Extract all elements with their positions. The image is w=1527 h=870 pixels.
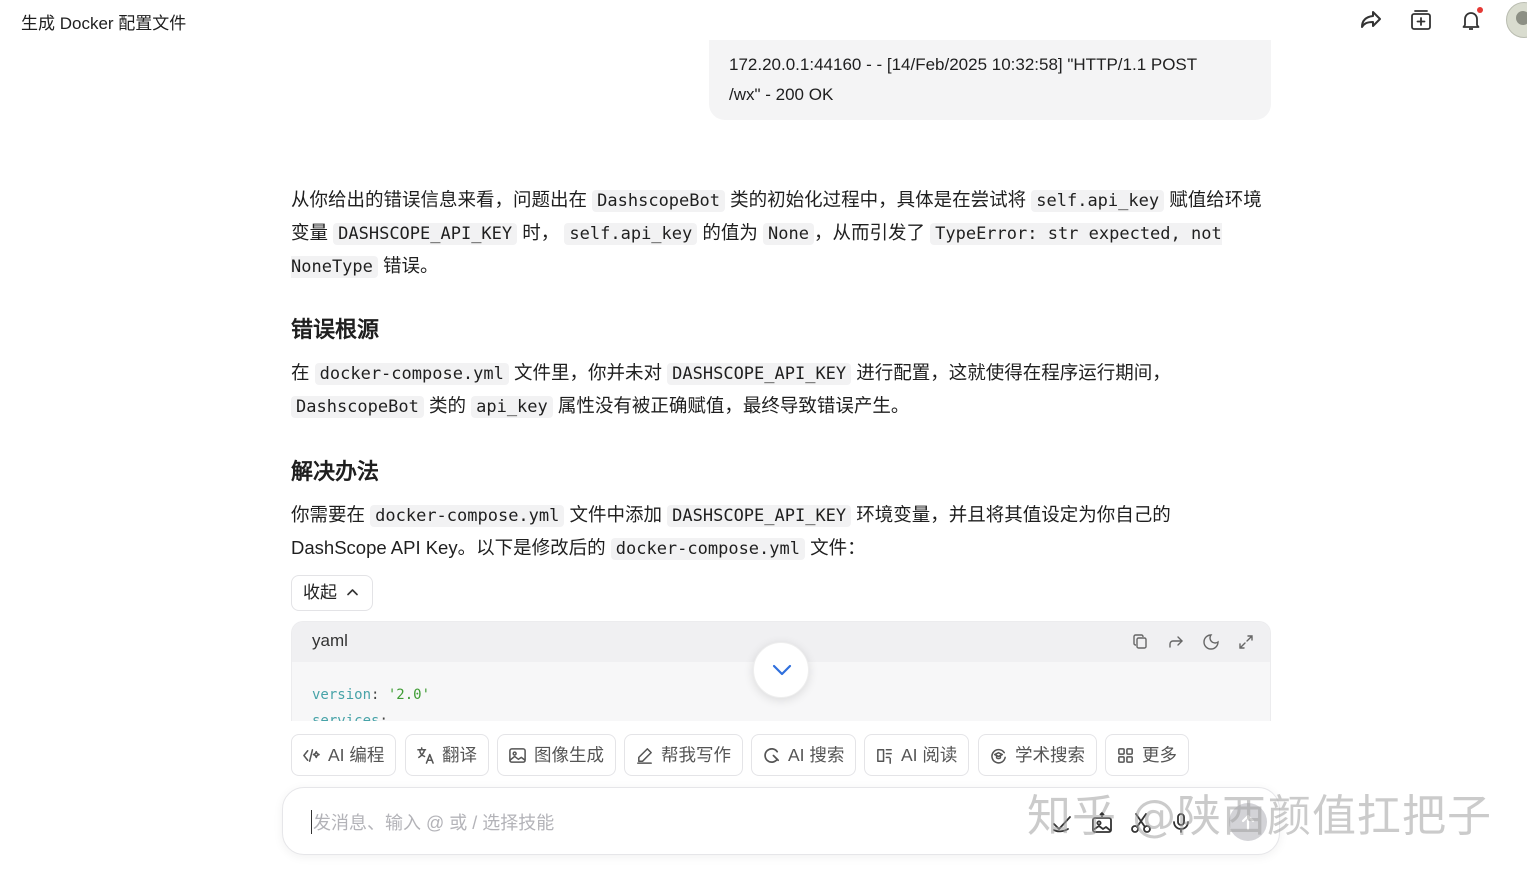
pen-icon <box>635 746 654 765</box>
inline-code: self.api_key <box>564 223 698 245</box>
inline-code: docker-compose.yml <box>610 538 805 560</box>
skill-label: AI 阅读 <box>901 745 958 765</box>
answer-paragraph: 你需要在 docker-compose.yml 文件中添加 DASHSCOPE_… <box>291 499 1271 565</box>
skill-label: 帮我写作 <box>661 745 731 765</box>
yaml-separator: : <box>379 713 388 721</box>
text: 的值为 <box>697 222 764 243</box>
skill-label: AI 搜索 <box>788 745 845 765</box>
skill-label: 图像生成 <box>534 745 604 765</box>
code-icon <box>302 746 321 765</box>
yaml-key: version <box>312 687 372 703</box>
code-language: yaml <box>312 631 348 650</box>
grid-icon <box>1116 746 1135 765</box>
inline-code: None <box>763 223 814 245</box>
inline-code: api_key <box>471 396 553 418</box>
input-placeholder: 发消息、输入 @ 或 / 选择技能 <box>313 813 555 833</box>
avatar[interactable] <box>1506 2 1527 38</box>
text: 文件里，你并未对 <box>508 362 668 383</box>
text: ，从而引发了 <box>813 222 931 243</box>
inline-code: DASHSCOPE_API_KEY <box>667 363 852 385</box>
yaml-separator: : <box>371 687 388 703</box>
skill-academic-search[interactable]: 学术搜索 <box>978 734 1097 776</box>
image-icon <box>508 746 527 765</box>
user-message-line: /wx" - 200 OK <box>729 85 834 104</box>
bell-icon[interactable] <box>1457 6 1485 34</box>
skill-ai-coding[interactable]: AI 编程 <box>291 734 397 776</box>
skill-ai-reading[interactable]: AI 阅读 <box>864 734 970 776</box>
collapse-label: 收起 <box>303 583 337 602</box>
theme-icon[interactable] <box>1200 631 1222 653</box>
text: 属性没有被正确赋值，最终导致错误产生。 <box>552 395 910 416</box>
text: 错误。 <box>377 255 439 276</box>
inline-code: DashscopeBot <box>291 396 424 418</box>
text: 时， <box>517 222 565 243</box>
answer-paragraph: 在 docker-compose.yml 文件里，你并未对 DASHSCOPE_… <box>291 357 1271 423</box>
section-heading: 解决办法 <box>291 459 380 484</box>
yaml-string: '2.0' <box>387 687 431 703</box>
collapse-button[interactable]: 收起 <box>291 575 373 611</box>
text: 类的初始化过程中，具体是在尝试将 <box>724 189 1032 210</box>
notification-dot <box>1477 7 1483 13</box>
copy-icon[interactable] <box>1130 631 1152 653</box>
section-heading: 错误根源 <box>291 317 380 342</box>
share-code-icon[interactable] <box>1165 631 1187 653</box>
expand-icon[interactable] <box>1235 631 1257 653</box>
inline-code: docker-compose.yml <box>314 363 509 385</box>
new-chat-icon[interactable] <box>1407 6 1435 34</box>
skill-more[interactable]: 更多 <box>1105 734 1189 776</box>
code-line: services: <box>312 708 1250 721</box>
text-caret <box>311 810 312 834</box>
text: 在 <box>291 362 315 383</box>
inline-code: DashscopeBot <box>592 190 725 212</box>
skill-image-generation[interactable]: 图像生成 <box>497 734 616 776</box>
read-icon <box>875 746 894 765</box>
text: 文件： <box>804 537 866 558</box>
skill-ai-search[interactable]: AI 搜索 <box>751 734 857 776</box>
user-message-bubble: 172.20.0.1:44160 - - [14/Feb/2025 10:32:… <box>709 40 1271 120</box>
chevron-up-icon <box>347 589 358 596</box>
chevron-down-icon <box>772 664 792 676</box>
skill-translate[interactable]: 翻译 <box>405 734 489 776</box>
top-bar: 生成 Docker 配置文件 <box>0 0 1527 40</box>
skill-label: 翻译 <box>442 745 477 765</box>
text: 进行配置，这就使得在程序运行期间， <box>851 362 1171 383</box>
skill-label: 学术搜索 <box>1015 745 1085 765</box>
inline-code: docker-compose.yml <box>370 505 565 527</box>
page-title: 生成 Docker 配置文件 <box>21 14 187 33</box>
inline-code: self.api_key <box>1031 190 1165 212</box>
text: 你需要在 <box>291 504 371 525</box>
translate-icon <box>416 746 435 765</box>
skill-label: AI 编程 <box>328 745 385 765</box>
scroll-to-bottom-button[interactable] <box>753 642 809 698</box>
skill-label: 更多 <box>1142 745 1177 765</box>
text: 类的 <box>423 395 472 416</box>
user-message-line: 172.20.0.1:44160 - - [14/Feb/2025 10:32:… <box>729 55 1198 74</box>
inline-code: DASHSCOPE_API_KEY <box>667 505 852 527</box>
text: 文件中添加 <box>564 504 668 525</box>
search-icon <box>762 746 781 765</box>
share-icon[interactable] <box>1357 6 1385 34</box>
text: 从你给出的错误信息来看，问题出在 <box>291 189 593 210</box>
skill-writing[interactable]: 帮我写作 <box>624 734 743 776</box>
watermark: 知乎 @陕西颜值扛把子 <box>1027 791 1492 842</box>
answer-paragraph: 从你给出的错误信息来看，问题出在 DashscopeBot 类的初始化过程中，具… <box>291 184 1271 283</box>
yaml-key: services <box>312 713 380 721</box>
academic-icon <box>989 746 1008 765</box>
inline-code: DASHSCOPE_API_KEY <box>333 223 518 245</box>
assistant-answer: 从你给出的错误信息来看，问题出在 DashscopeBot 类的初始化过程中，具… <box>291 184 1271 565</box>
